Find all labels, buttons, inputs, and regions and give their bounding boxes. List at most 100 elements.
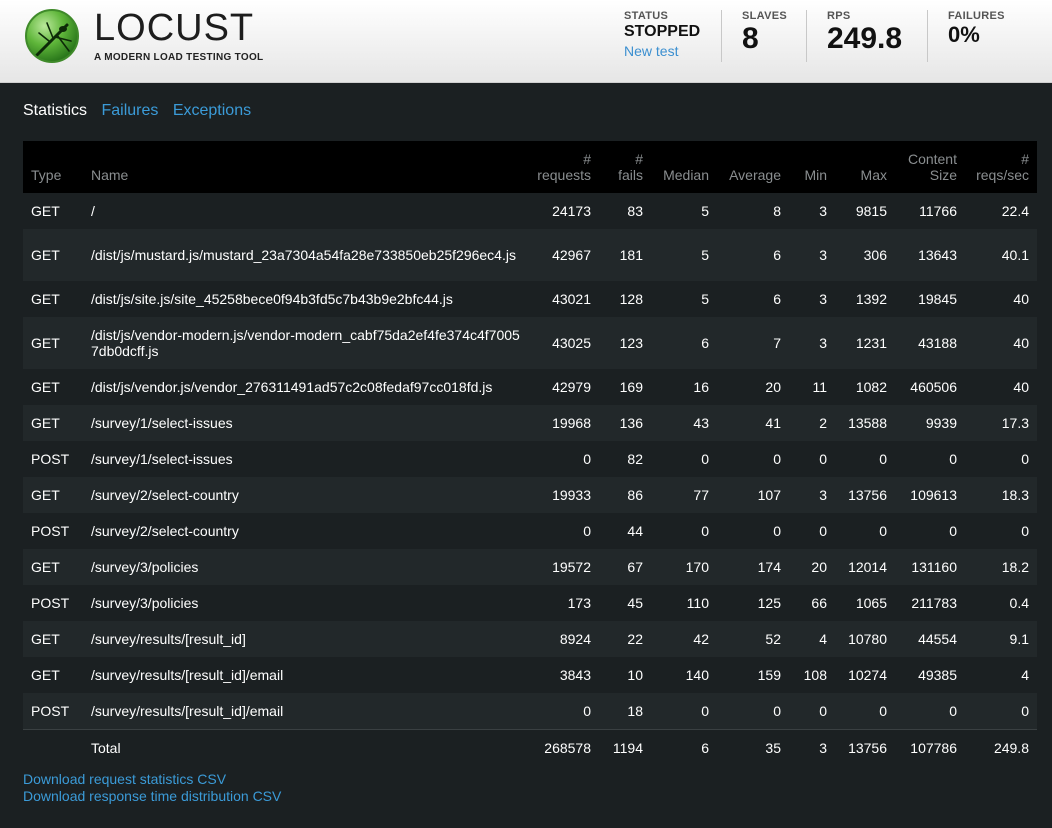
table-row: GET/survey/results/[result_id] 8924 22 42 52…	[23, 621, 1037, 657]
cell-fails: 136	[619, 415, 643, 431]
cell-rps: 4	[1021, 667, 1029, 683]
cell-fails: 22	[627, 631, 643, 647]
table-row: GET/dist/js/site.js/site_45258bece0f94b3…	[23, 281, 1037, 317]
table-row: GET/survey/2/select-country 19933 86 77 107 3…	[23, 477, 1037, 513]
cell-max: 0	[879, 451, 887, 467]
col-reqs-sec[interactable]: # reqs/sec	[965, 141, 1037, 193]
cell-fails: 18	[627, 702, 643, 719]
cell-average: 6	[773, 291, 781, 307]
table-row: POST/survey/2/select-country 0 44 0 0 0 0 0 0	[23, 513, 1037, 549]
failures-label: FAILURES	[948, 10, 1005, 22]
cell-median: 140	[685, 667, 709, 683]
cell-type: POST	[31, 595, 70, 611]
cell-type: GET	[31, 631, 60, 647]
cell-fails: 123	[619, 335, 643, 351]
tab-failures[interactable]: Failures	[101, 102, 158, 119]
tab-statistics[interactable]: Statistics	[23, 102, 87, 119]
table-row: GET/dist/js/vendor.js/vendor_276311491ad…	[23, 369, 1037, 405]
cell-size: 9939	[925, 415, 957, 431]
cell-rps: 40	[1013, 335, 1029, 351]
new-test-link[interactable]: New test	[624, 43, 700, 59]
rps-box: RPS 249.8	[827, 10, 902, 56]
cell-max: 0	[879, 702, 887, 719]
statistics-table: Type Name # requests # fails Median Averag…	[23, 141, 1037, 766]
status-label: STATUS	[624, 10, 669, 22]
cell-type: GET	[31, 291, 60, 307]
col-content-size[interactable]: Content Size	[895, 141, 965, 193]
col-requests[interactable]: # requests	[529, 141, 599, 193]
total-name: Total	[83, 728, 529, 766]
cell-requests: 42979	[552, 379, 591, 395]
cell-requests: 19933	[552, 487, 591, 503]
tab-bar: Statistics Failures Exceptions	[23, 102, 261, 120]
cell-type: GET	[31, 335, 60, 351]
total-median: 6	[651, 728, 717, 766]
cell-size: 49385	[918, 667, 957, 683]
cell-rps: 0	[1021, 451, 1029, 467]
cell-median: 170	[685, 559, 709, 575]
cell-type: GET	[31, 559, 60, 575]
cell-size: 211783	[911, 595, 957, 611]
tab-exceptions[interactable]: Exceptions	[173, 102, 251, 119]
download-response-dist-link[interactable]: Download response time distribution CSV	[23, 788, 281, 805]
cell-size: 0	[949, 523, 957, 539]
cell-rps: 17.3	[1001, 415, 1029, 431]
col-name[interactable]: Name	[83, 141, 529, 193]
cell-name: /survey/2/select-country	[91, 523, 239, 539]
cell-fails: 82	[627, 451, 643, 467]
cell-average: 0	[773, 702, 781, 719]
cell-type: GET	[31, 487, 60, 503]
table-row: GET/dist/js/vendor-modern.js/vendor-mode…	[23, 317, 1037, 369]
cell-average: 107	[757, 487, 781, 503]
cell-median: 5	[701, 203, 709, 219]
cell-fails: 67	[627, 559, 643, 575]
download-request-stats-link[interactable]: Download request statistics CSV	[23, 771, 281, 788]
total-rps: 249.8	[965, 728, 1037, 766]
rps-label: RPS	[827, 10, 851, 22]
cell-min: 3	[819, 335, 827, 351]
table-row: GET/survey/3/policies 19572 67 170 174 20 1201…	[23, 549, 1037, 585]
cell-max: 9815	[855, 203, 887, 219]
cell-rps: 0.4	[1009, 595, 1029, 611]
col-max[interactable]: Max	[835, 141, 895, 193]
col-min[interactable]: Min	[789, 141, 835, 193]
cell-average: 20	[765, 379, 781, 395]
cell-name: /	[91, 203, 95, 219]
table-row: POST/survey/results/[result_id]/email 0 18…	[23, 693, 1037, 729]
cell-type: GET	[31, 247, 60, 263]
cell-size: 0	[949, 451, 957, 467]
cell-size: 11766	[919, 203, 957, 219]
cell-type: POST	[31, 451, 70, 467]
status-box: STATUS STOPPED New test	[624, 10, 700, 59]
total-fails: 1194	[599, 728, 651, 766]
total-size: 107786	[895, 728, 965, 766]
cell-fails: 83	[627, 203, 643, 219]
col-type[interactable]: Type	[23, 141, 83, 193]
cell-name: /survey/results/[result_id]	[91, 631, 246, 647]
table-row: GET/24173 83 5 8 3 9815 11766 22.4	[23, 193, 1037, 229]
cell-requests: 0	[583, 702, 591, 719]
cell-size: 13643	[918, 247, 957, 263]
rps-value: 249.8	[827, 22, 903, 55]
cell-median: 0	[701, 702, 709, 719]
cell-max: 13756	[848, 487, 887, 503]
cell-min: 3	[819, 247, 827, 263]
cell-fails: 86	[627, 487, 643, 503]
cell-min: 3	[819, 203, 827, 219]
slaves-value: 8	[742, 22, 759, 55]
divider	[806, 10, 807, 62]
header: LOCUST A MODERN LOAD TESTING TOOL STATUS…	[0, 0, 1052, 83]
cell-type: POST	[31, 702, 70, 719]
cell-average: 0	[773, 451, 781, 467]
col-fails[interactable]: # fails	[599, 141, 651, 193]
cell-name: /survey/3/policies	[91, 595, 199, 611]
brand: LOCUST A MODERN LOAD TESTING TOOL	[94, 8, 263, 63]
failures-value: 0%	[948, 22, 980, 47]
table-row: GET/survey/results/[result_id]/email 3843…	[23, 657, 1037, 693]
cell-max: 1082	[855, 379, 887, 395]
cell-average: 6	[773, 247, 781, 263]
brand-tagline: A MODERN LOAD TESTING TOOL	[94, 52, 264, 63]
cell-fails: 128	[619, 291, 643, 307]
col-median[interactable]: Median	[651, 141, 717, 193]
col-average[interactable]: Average	[717, 141, 789, 193]
